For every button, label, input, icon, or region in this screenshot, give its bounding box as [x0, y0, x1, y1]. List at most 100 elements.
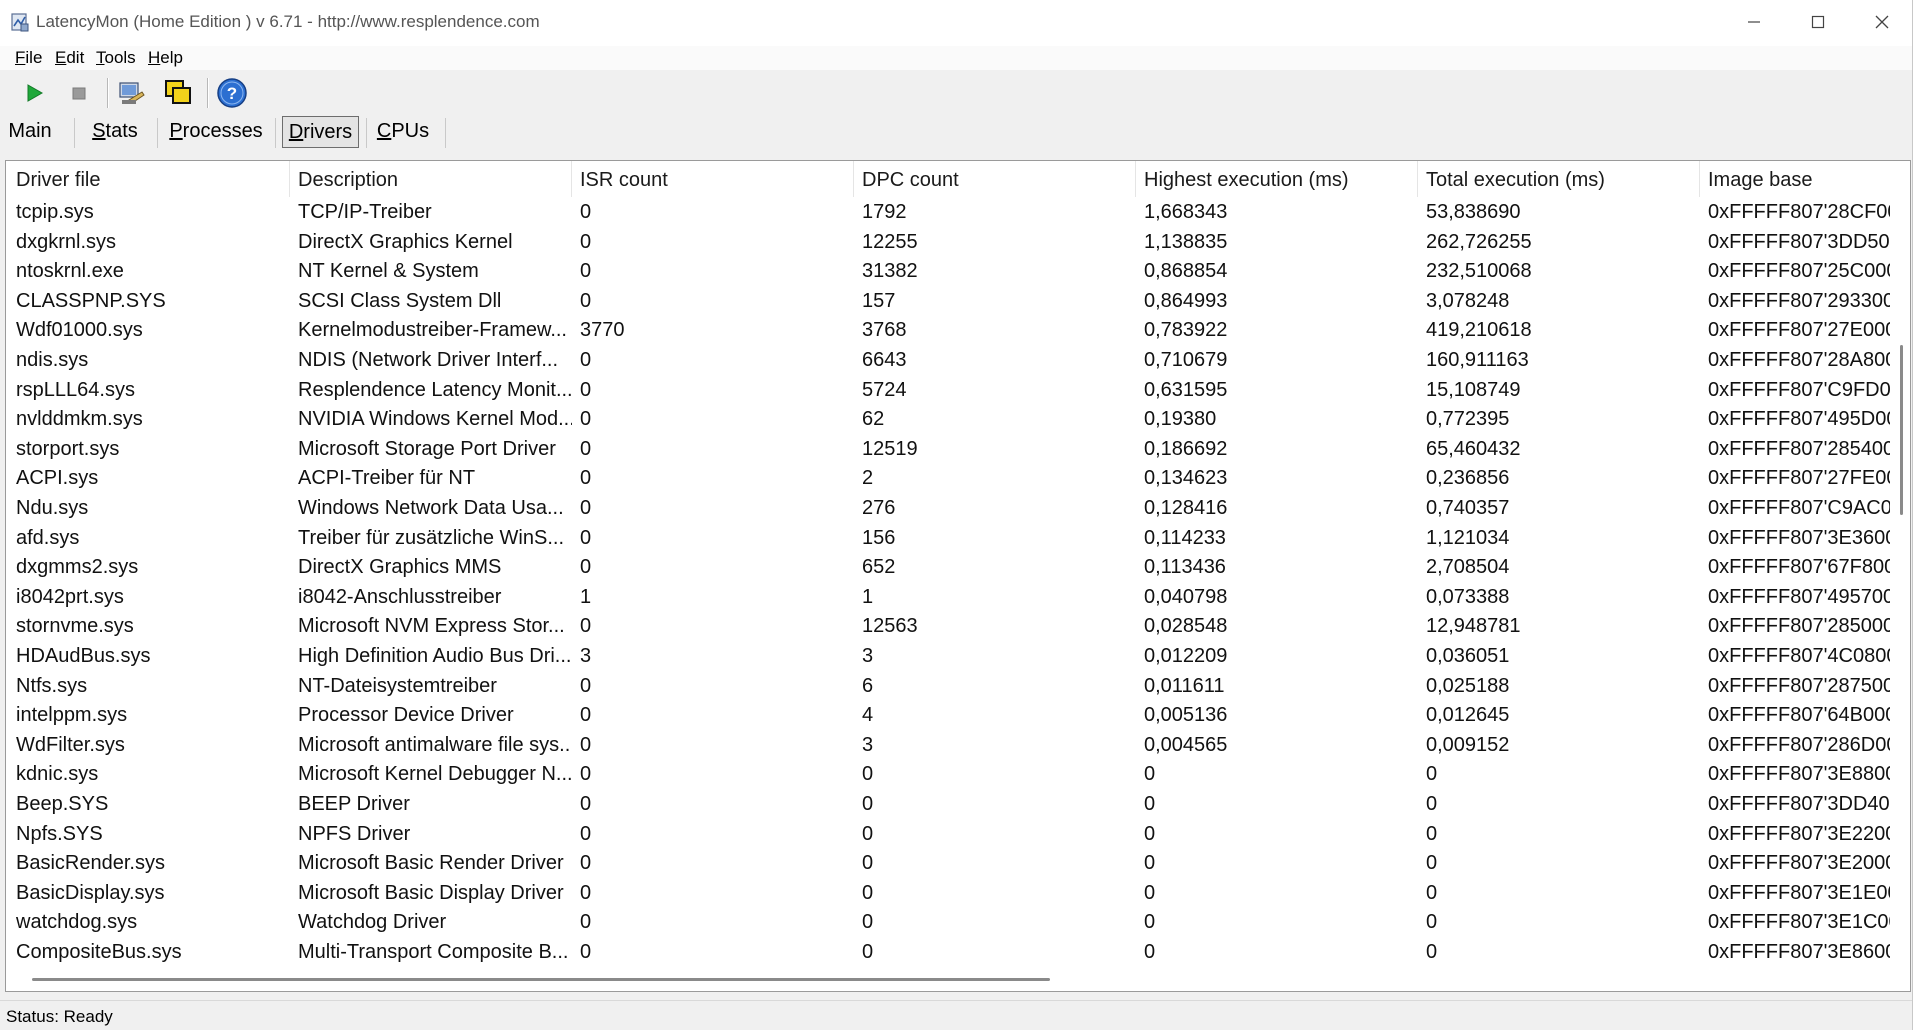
table-row[interactable]: stornvme.sys Microsoft NVM Express Stor..…: [6, 611, 1910, 641]
cell-total-execution: 0,025188: [1426, 674, 1510, 697]
cell-highest-execution: 0: [1144, 793, 1156, 815]
table-row[interactable]: intelppm.sys Processor Device Driver 0 4 0,0…: [6, 700, 1910, 730]
menu-edit[interactable]: Edit: [55, 48, 84, 68]
table-row[interactable]: tcpip.sys TCP/IP-Treiber 0 1792 1,668343 53,8…: [6, 197, 1910, 227]
window-button[interactable]: [161, 76, 195, 110]
column-header-highest-execution[interactable]: Highest execution (ms): [1136, 161, 1418, 197]
cell-total-execution: 262,726255: [1426, 230, 1532, 253]
start-button[interactable]: [17, 76, 51, 110]
horizontal-scrollbar-thumb[interactable]: [32, 978, 1050, 981]
table-row[interactable]: ntoskrnl.exe NT Kernel & System 0 31382 0,86…: [6, 256, 1910, 286]
cell-description: NDIS (Network Driver Interf...: [298, 349, 559, 371]
table-row[interactable]: dxgmms2.sys DirectX Graphics MMS 0 652 0,113…: [6, 552, 1910, 582]
column-header-image-base[interactable]: Image base: [1700, 161, 1890, 197]
table-row[interactable]: HDAudBus.sys High Definition Audio Bus Dr…: [6, 641, 1910, 671]
title-bar[interactable]: LatencyMon (Home Edition ) v 6.71 - http…: [0, 0, 1912, 46]
properties-button[interactable]: [115, 76, 149, 110]
table-row[interactable]: Ndu.sys Windows Network Data Usa... 0 276 0,…: [6, 493, 1910, 523]
table-row[interactable]: i8042prt.sys i8042-Anschlusstreiber 1 1 0,04…: [6, 582, 1910, 612]
cell-highest-execution: 0,19380: [1144, 408, 1217, 431]
cell-isr-count: 0: [580, 793, 592, 815]
cell-isr-count: 0: [580, 763, 592, 786]
cell-driver-file: Ntfs.sys: [16, 674, 88, 697]
maximize-button[interactable]: [1786, 0, 1850, 44]
cell-driver-file: CompositeBus.sys: [16, 941, 182, 963]
cell-highest-execution: 0: [1144, 852, 1156, 875]
cell-description: ACPI-Treiber für NT: [298, 467, 476, 490]
minimize-button[interactable]: [1722, 0, 1786, 44]
column-header-dpc-count[interactable]: DPC count: [854, 161, 1136, 197]
tab-processes[interactable]: Processes: [166, 116, 266, 148]
table-row[interactable]: watchdog.sys Watchdog Driver 0 0 0 0 0xFFFFF80…: [6, 907, 1910, 937]
tab-separator: [157, 118, 158, 148]
table-row[interactable]: Npfs.SYS NPFS Driver 0 0 0 0 0xFFFFF807'3E2200: [6, 819, 1910, 849]
cell-driver-file: i8042prt.sys: [16, 585, 124, 608]
menu-help-label: elp: [160, 48, 183, 67]
table-row[interactable]: WdFilter.sys Microsoft antimalware file s…: [6, 730, 1910, 760]
cell-description: Kernelmodustreiber-Framew...: [298, 319, 567, 342]
stop-button[interactable]: [62, 76, 96, 110]
cell-isr-count: 0: [580, 911, 592, 934]
cell-highest-execution: 0,011611: [1144, 674, 1225, 697]
cell-driver-file: kdnic.sys: [16, 763, 99, 786]
cell-total-execution: 0: [1426, 941, 1438, 963]
vertical-scrollbar-thumb[interactable]: [1900, 345, 1903, 515]
table-row[interactable]: CompositeBus.sys Multi-Transport Composit…: [6, 937, 1910, 967]
table-row[interactable]: kdnic.sys Microsoft Kernel Debugger N... 0…: [6, 759, 1910, 789]
cell-description: Treiber für zusätzliche WinS...: [298, 526, 565, 549]
horizontal-scrollbar[interactable]: [6, 969, 1910, 991]
table-row[interactable]: dxgkrnl.sys DirectX Graphics Kernel 0 12255…: [6, 227, 1910, 257]
cell-dpc-count: 276: [862, 497, 896, 519]
cell-total-execution: 419,210618: [1426, 319, 1532, 342]
vertical-scrollbar[interactable]: [1893, 197, 1910, 967]
cell-isr-count: 0: [580, 230, 592, 253]
tab-drivers-label: rivers: [303, 121, 353, 143]
table-row[interactable]: storport.sys Microsoft Storage Port Drive…: [6, 434, 1910, 464]
menu-file[interactable]: File: [15, 48, 42, 68]
table-row[interactable]: nvlddmkm.sys NVIDIA Windows Kernel Mod...…: [6, 404, 1910, 434]
cell-total-execution: 1,121034: [1426, 526, 1510, 549]
tab-main[interactable]: Main: [4, 116, 56, 148]
cell-total-execution: 0: [1426, 852, 1438, 875]
table-row[interactable]: BasicDisplay.sys Microsoft Basic Display …: [6, 878, 1910, 908]
column-header-isr-count[interactable]: ISR count: [572, 161, 854, 197]
cell-description: Multi-Transport Composite B...: [298, 941, 569, 963]
cell-isr-count: 3: [580, 645, 592, 667]
cell-image-base: 0xFFFFF807'3E8600: [1708, 941, 1890, 963]
cell-total-execution: 0,036051: [1426, 645, 1510, 667]
cell-driver-file: ndis.sys: [16, 349, 89, 371]
cell-isr-count: 0: [580, 822, 592, 845]
column-header-total-execution[interactable]: Total execution (ms): [1418, 161, 1700, 197]
tab-stats[interactable]: Stats: [85, 116, 145, 148]
table-row[interactable]: Beep.SYS BEEP Driver 0 0 0 0 0xFFFFF807'3DD40(: [6, 789, 1910, 819]
help-button[interactable]: ?: [215, 76, 249, 110]
table-row[interactable]: Wdf01000.sys Kernelmodustreiber-Framew...…: [6, 315, 1910, 345]
cell-description: Processor Device Driver: [298, 704, 514, 727]
table-row[interactable]: ndis.sys NDIS (Network Driver Interf... 0 6…: [6, 345, 1910, 375]
drivers-table[interactable]: Driver file Description ISR count DPC co…: [5, 160, 1911, 992]
cell-image-base: 0xFFFFF807'28CF00: [1708, 201, 1890, 223]
tab-cpus[interactable]: CPUs: [373, 116, 433, 148]
cell-highest-execution: 0,028548: [1144, 615, 1228, 638]
cell-total-execution: 0: [1426, 881, 1438, 904]
table-row[interactable]: CLASSPNP.SYS SCSI Class System Dll 0 157 0,8…: [6, 286, 1910, 316]
column-header-description[interactable]: Description: [290, 161, 572, 197]
tab-drivers[interactable]: Drivers: [282, 116, 359, 148]
menu-tools[interactable]: Tools: [96, 48, 136, 68]
cell-description: NVIDIA Windows Kernel Mod...: [298, 408, 572, 431]
table-row[interactable]: ACPI.sys ACPI-Treiber für NT 0 2 0,134623 0,2…: [6, 463, 1910, 493]
tab-cpus-accelerator: C: [376, 120, 392, 142]
table-row[interactable]: BasicRender.sys Microsoft Basic Render Dr…: [6, 848, 1910, 878]
cell-highest-execution: 0,864993: [1144, 289, 1228, 312]
cell-driver-file: rspLLL64.sys: [16, 378, 135, 401]
cell-isr-count: 0: [580, 201, 592, 223]
table-row[interactable]: Ntfs.sys NT-Dateisystemtreiber 0 6 0,011611 0…: [6, 671, 1910, 701]
table-row[interactable]: afd.sys Treiber für zusätzliche WinS... 0 1…: [6, 523, 1910, 553]
cell-dpc-count: 6: [862, 674, 874, 697]
close-button[interactable]: [1850, 0, 1912, 44]
cell-driver-file: dxgmms2.sys: [16, 556, 139, 579]
help-icon: ?: [217, 78, 247, 108]
menu-help[interactable]: Help: [148, 48, 183, 68]
column-header-driver-file[interactable]: Driver file: [8, 161, 290, 197]
table-row[interactable]: rspLLL64.sys Resplendence Latency Monit..…: [6, 375, 1910, 405]
